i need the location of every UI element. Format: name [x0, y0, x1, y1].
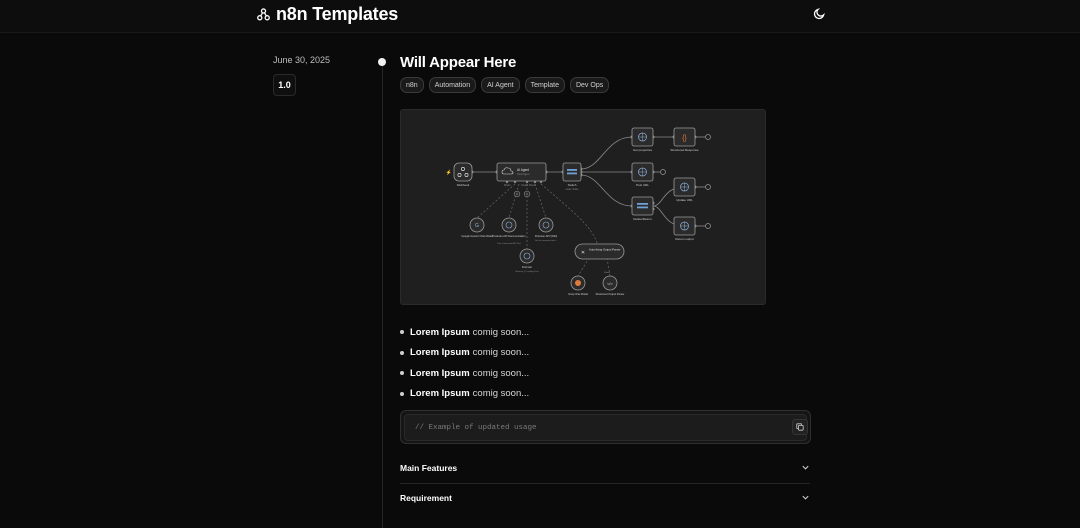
accordion-requirement[interactable]: Requirement: [400, 483, 810, 513]
tag: Dev Ops: [569, 77, 610, 93]
feature-bullets: Lorem Ipsum comig soon... Lorem Ipsum comi…: [399, 322, 529, 404]
workflow-canvas: Webhook ⚡ AI Agent Tools Agent Model Out…: [446, 127, 711, 296]
postman-api-sub: Get the requested info...: [535, 239, 558, 242]
tag-list: n8n Automation AI Agent Template Dev Ops: [400, 77, 610, 93]
auto-fixing-label-line: Auto-fixing Output Parser: [589, 248, 620, 252]
switch-label: Switch: [568, 183, 577, 187]
version-badge: 1.0: [273, 74, 296, 96]
ai-agent-node: AI Agent Tools Agent Model Output Parser: [496, 162, 547, 187]
release-title: Will Appear Here: [400, 54, 517, 71]
svg-text:{}: {}: [682, 135, 687, 142]
postman-api-label: Postman API (Wiki): [535, 234, 557, 238]
switch-node: Switch mode: Rules: [562, 162, 582, 191]
return-output-label: Return output: [675, 237, 693, 241]
ai-agent-label: AI Agent: [517, 168, 529, 172]
bullet-text: comig soon...: [472, 388, 530, 400]
webhook-node: Webhook: [453, 162, 473, 187]
accordion-label: Main Features: [400, 463, 458, 473]
bullet-text: comig soon...: [472, 326, 530, 338]
release-date: June 30, 2025: [273, 55, 331, 65]
bullet-bold: Lorem Ipsum: [410, 326, 470, 338]
ai-agent-sub: Tools Agent: [517, 173, 530, 176]
code-text[interactable]: // Example of updated usage: [415, 424, 537, 432]
structured-parser-label: Structured Output Parser: [596, 292, 625, 296]
postman-docs-node: Postman API Documentation Tool: Informat…: [492, 217, 526, 245]
google-gemini-label: Google Gemini Chat Model: [461, 234, 493, 238]
bullet-icon: [400, 350, 404, 355]
code-block-inner: // Example of updated usage: [404, 414, 808, 441]
delete-return-node: Delete/Return: [631, 196, 654, 221]
return-output-node: Return output: [673, 216, 696, 241]
ai-agent-model-label: Model: [504, 184, 511, 187]
timeline-dot: [378, 58, 386, 66]
bullet-text: comig soon...: [472, 347, 530, 359]
add-tool-buttons: [513, 190, 531, 198]
bullet-icon: [400, 371, 404, 376]
code-block: // Example of updated usage: [400, 410, 811, 444]
switch-sub: mode: Rules: [566, 189, 580, 191]
tag: AI Agent: [481, 77, 520, 93]
app-title: n8n Templates: [276, 4, 399, 24]
theme-toggle-button[interactable]: [810, 7, 828, 25]
accordion-label: Requirement: [400, 493, 452, 503]
post-url-label: Post URL: [636, 183, 649, 187]
bullet-text: comig soon...: [472, 367, 530, 379]
postman-docs-sub: Tool: Information API Tool: [497, 242, 521, 245]
groq-node: Groq Chat Model: [568, 275, 588, 296]
post-url-node: Post URL: [631, 162, 654, 187]
groq-label: Groq Chat Model: [568, 292, 588, 296]
auto-fixing-model-label: Model: [604, 272, 610, 274]
structured-response-label: Structured Response: [670, 148, 699, 152]
timeline-line: [382, 66, 383, 528]
brand[interactable]: n8n Templates: [257, 4, 398, 25]
chevron-down-icon: [801, 489, 810, 507]
list-item: Lorem Ipsum comig soon...: [399, 322, 529, 343]
top-navbar: n8n Templates: [0, 0, 1080, 33]
nodes-icon: [257, 8, 270, 21]
delete-return-label: Delete/Return: [633, 217, 652, 221]
workflow-diagram: Webhook ⚡ AI Agent Tools Agent Model Out…: [400, 109, 766, 305]
bullet-bold: Lorem Ipsum: [410, 367, 470, 379]
tag: n8n: [400, 77, 424, 93]
svg-text:</>: </>: [607, 281, 613, 286]
copy-button[interactable]: [792, 419, 808, 435]
tag: Automation: [428, 77, 477, 93]
list-item: Lorem Ipsum comig soon...: [399, 384, 529, 405]
ai-agent-output-parser-label: Output Parser: [521, 184, 536, 187]
accordion-main-features[interactable]: Main Features: [400, 453, 810, 484]
trigger-bolt-icon: ⚡: [446, 169, 452, 176]
tag: Template: [524, 77, 565, 93]
postman-memory-node: Postman Memory @ Loading Post: [516, 248, 539, 273]
chevron-down-icon: [801, 459, 810, 477]
structured-response-node: {} Structured Response: [670, 127, 699, 152]
bullet-bold: Lorem Ipsum: [410, 388, 470, 400]
list-item: Lorem Ipsum comig soon...: [399, 343, 529, 364]
postman-api-node: Postman API (Wiki) Get the requested inf…: [535, 217, 558, 242]
bullet-icon: [400, 330, 404, 335]
svg-text:G: G: [475, 223, 479, 229]
postman-sub: Memory @ Loading Post: [516, 270, 539, 273]
update-url-node: Update URL: [673, 177, 696, 202]
get-properties-node: Get properties: [631, 127, 654, 152]
moon-icon: [813, 7, 826, 25]
structured-parser-node: </> Structured Output Parser: [596, 275, 625, 296]
bullet-bold: Lorem Ipsum: [410, 347, 470, 359]
postman-docs-label: Postman API Documentation: [492, 234, 526, 238]
copy-icon: [796, 418, 804, 436]
postman-label: Postman: [522, 265, 533, 269]
bullet-icon: [400, 391, 404, 396]
update-url-label: Update URL: [676, 198, 693, 202]
list-item: Lorem Ipsum comig soon...: [399, 363, 529, 384]
webhook-label: Webhook: [457, 183, 470, 187]
google-gemini-node: G Google Gemini Chat Model: [461, 217, 493, 238]
get-properties-label: Get properties: [633, 148, 653, 152]
svg-text:✕: ✕: [581, 250, 585, 256]
